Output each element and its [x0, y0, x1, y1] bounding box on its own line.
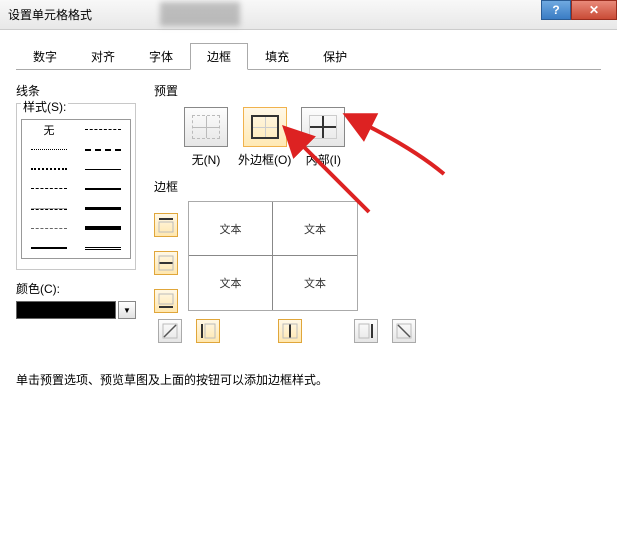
line-group-label: 线条: [16, 82, 136, 99]
border-left-button[interactable]: [196, 319, 220, 343]
right-column: 预置 无(N) 外边框(O) 内部(I) 边框: [154, 82, 601, 343]
preset-inner-icon: [309, 115, 337, 139]
style-opt[interactable]: [76, 199, 130, 219]
border-side-buttons: [154, 201, 178, 313]
style-opt[interactable]: [76, 120, 130, 140]
preset-none-icon: [192, 115, 220, 139]
border-vmid-button[interactable]: [278, 319, 302, 343]
color-picker[interactable]: ▼: [16, 301, 136, 319]
style-none[interactable]: 无: [22, 120, 76, 140]
border-group-label: 边框: [154, 178, 601, 195]
style-opt[interactable]: [22, 159, 76, 179]
preset-outer-label: 外边框(O): [238, 151, 291, 168]
preview-cell: 文本: [273, 256, 357, 310]
color-swatch: [16, 301, 116, 319]
style-opt[interactable]: [76, 238, 130, 258]
line-style-list[interactable]: 无: [21, 119, 131, 259]
window-buttons: ? ✕: [541, 0, 617, 20]
tab-protect[interactable]: 保护: [306, 43, 364, 70]
style-opt[interactable]: [22, 219, 76, 239]
preset-row: 无(N) 外边框(O) 内部(I): [154, 103, 601, 168]
border-bottom-buttons: [158, 319, 601, 343]
window-title: 设置单元格格式: [8, 6, 92, 23]
style-opt[interactable]: [76, 140, 130, 160]
style-label: 样式(S):: [21, 98, 68, 115]
close-button[interactable]: ✕: [571, 0, 617, 20]
preset-inner-label: 内部(I): [306, 151, 341, 168]
title-blur: [160, 2, 240, 26]
preset-outer: 外边框(O): [238, 107, 291, 168]
preset-none-label: 无(N): [192, 151, 221, 168]
help-button[interactable]: ?: [541, 0, 571, 20]
hint-text: 单击预置选项、预览草图及上面的按钮可以添加边框样式。: [16, 371, 601, 388]
preview-cell: 文本: [189, 256, 273, 310]
border-diag1-button[interactable]: [158, 319, 182, 343]
left-column: 线条 样式(S): 无: [16, 82, 136, 343]
preset-none-button[interactable]: [184, 107, 228, 147]
border-preview[interactable]: 文本 文本 文本 文本: [188, 201, 358, 311]
style-opt[interactable]: [22, 179, 76, 199]
style-opt[interactable]: [22, 199, 76, 219]
line-fieldset: 样式(S): 无: [16, 103, 136, 270]
color-label: 颜色(C):: [16, 280, 136, 297]
style-opt[interactable]: [22, 238, 76, 258]
color-dropdown-button[interactable]: ▼: [118, 301, 136, 319]
tab-number[interactable]: 数字: [16, 43, 74, 70]
style-opt[interactable]: [76, 179, 130, 199]
tab-body: 线条 样式(S): 无: [16, 82, 601, 343]
preset-outer-icon: [251, 115, 279, 139]
tab-border[interactable]: 边框: [190, 43, 248, 70]
border-right-button[interactable]: [354, 319, 378, 343]
border-area: 文本 文本 文本 文本: [154, 201, 601, 313]
border-hmid-button[interactable]: [154, 251, 178, 275]
preset-group-label: 预置: [154, 82, 601, 99]
preview-cell: 文本: [273, 202, 357, 256]
border-diag2-button[interactable]: [392, 319, 416, 343]
preset-outer-button[interactable]: [243, 107, 287, 147]
tab-font[interactable]: 字体: [132, 43, 190, 70]
preview-cell: 文本: [189, 202, 273, 256]
border-bottom-button[interactable]: [154, 289, 178, 313]
border-top-button[interactable]: [154, 213, 178, 237]
preset-inner: 内部(I): [301, 107, 345, 168]
preset-inner-button[interactable]: [301, 107, 345, 147]
tab-strip: 数字 对齐 字体 边框 填充 保护: [16, 42, 601, 70]
tab-align[interactable]: 对齐: [74, 43, 132, 70]
style-opt[interactable]: [76, 219, 130, 239]
preset-none: 无(N): [184, 107, 228, 168]
style-opt[interactable]: [76, 159, 130, 179]
title-bar: 设置单元格格式 ? ✕: [0, 0, 617, 30]
tab-fill[interactable]: 填充: [248, 43, 306, 70]
style-opt[interactable]: [22, 140, 76, 160]
dialog-content: 数字 对齐 字体 边框 填充 保护 线条 样式(S): 无: [0, 30, 617, 400]
